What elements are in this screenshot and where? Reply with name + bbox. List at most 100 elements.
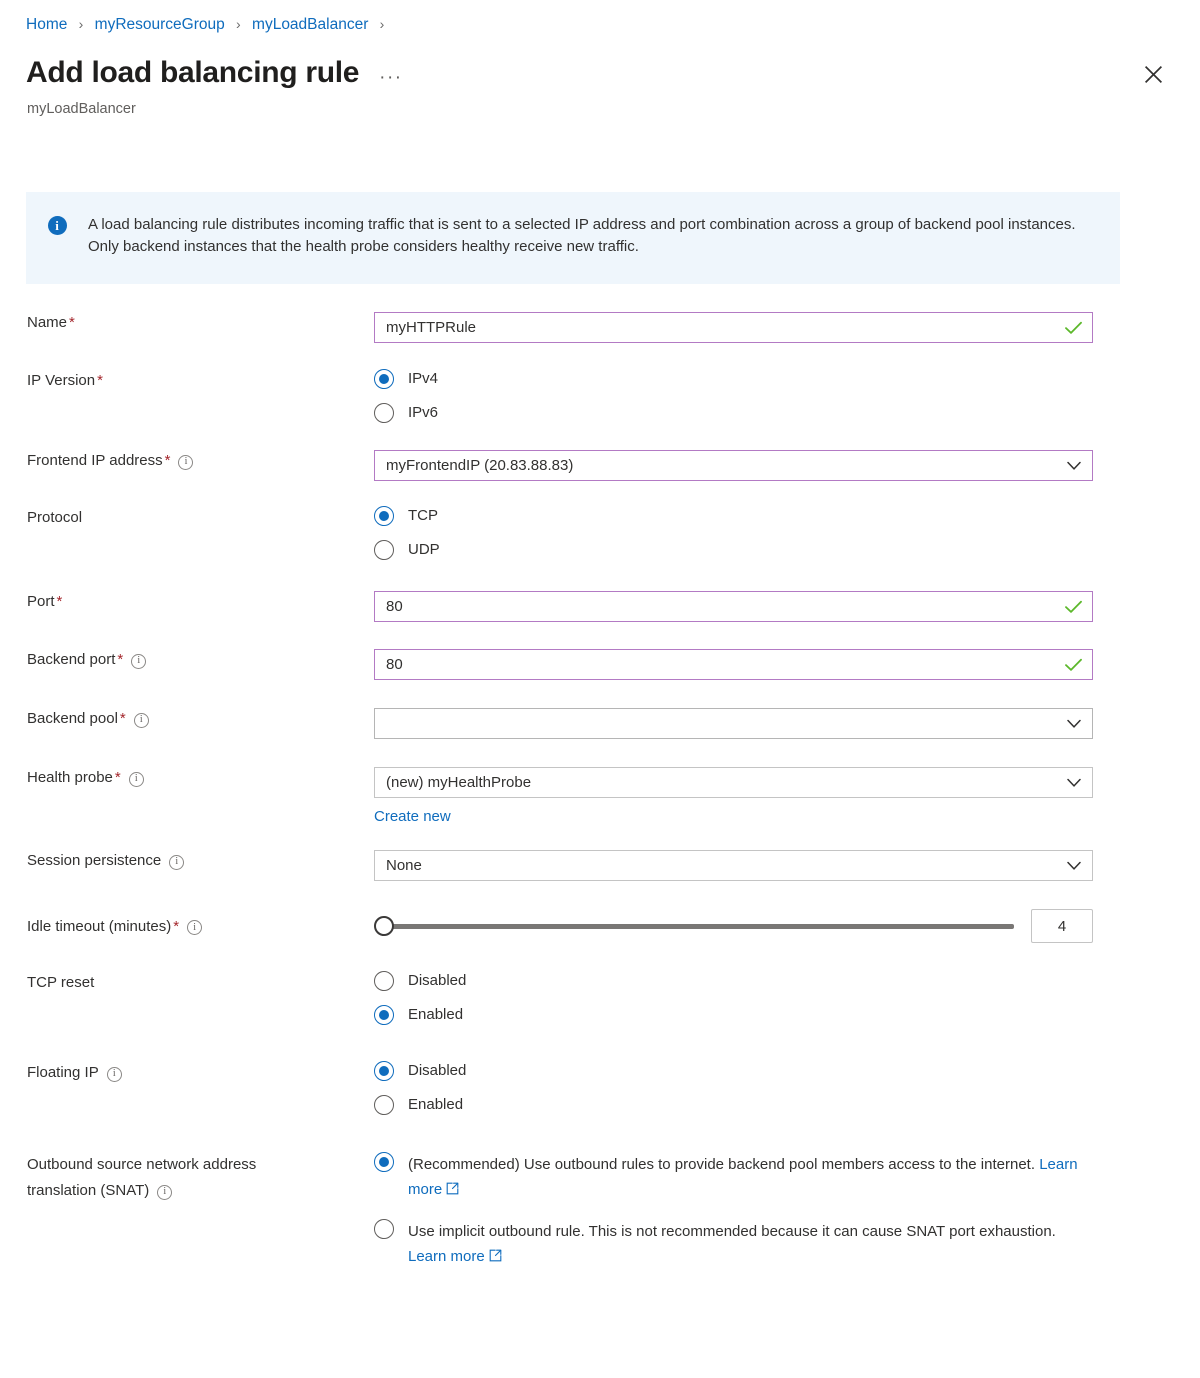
chevron-down-icon bbox=[1067, 861, 1081, 870]
label-name: Name * bbox=[0, 312, 374, 333]
idle-timeout-value: 4 bbox=[1057, 917, 1067, 935]
breadcrumb-separator-icon: › bbox=[78, 16, 84, 32]
radio-snat-implicit-rule[interactable]: Use implicit outbound rule. This is not … bbox=[374, 1219, 1200, 1269]
label-protocol: Protocol bbox=[0, 506, 374, 528]
info-icon[interactable]: i bbox=[178, 454, 194, 470]
field-row-backend-port: Backend port * i 80 bbox=[0, 649, 1200, 680]
snat-implicit-learn-more-link[interactable]: Learn more bbox=[408, 1248, 485, 1265]
name-input[interactable]: myHTTPRule bbox=[374, 312, 1093, 343]
breadcrumb-item-home[interactable]: Home bbox=[26, 16, 67, 33]
radio-tcp-reset-disabled[interactable]: Disabled bbox=[374, 971, 1200, 991]
info-icon[interactable]: i bbox=[187, 920, 203, 935]
field-row-session-persistence: Session persistence i None bbox=[0, 850, 1200, 881]
field-row-snat: Outbound source network address translat… bbox=[0, 1152, 1200, 1269]
field-row-tcp-reset: TCP reset Disabled Enabled bbox=[0, 971, 1200, 1025]
frontend-ip-dropdown[interactable]: myFrontendIP (20.83.88.83) bbox=[374, 450, 1093, 481]
label-tcp-reset-text: TCP reset bbox=[27, 974, 95, 991]
info-icon[interactable]: i bbox=[157, 1184, 173, 1200]
tcp-reset-radio-group: Disabled Enabled bbox=[374, 971, 1200, 1025]
info-icon: i bbox=[47, 216, 67, 235]
info-icon[interactable]: i bbox=[169, 854, 185, 870]
radio-mark-icon bbox=[374, 1005, 394, 1025]
label-backend-port-text: Backend port bbox=[27, 651, 116, 668]
label-protocol-text: Protocol bbox=[27, 509, 83, 526]
info-icon[interactable]: i bbox=[128, 771, 144, 787]
health-probe-value: (new) myHealthProbe bbox=[386, 774, 532, 791]
session-persistence-dropdown[interactable]: None bbox=[374, 850, 1093, 881]
chevron-down-icon bbox=[1067, 461, 1081, 470]
frontend-ip-value: myFrontendIP (20.83.88.83) bbox=[386, 457, 574, 474]
radio-ipv6[interactable]: IPv6 bbox=[374, 403, 1200, 423]
backend-port-input-value: 80 bbox=[386, 656, 403, 673]
radio-mark-icon bbox=[374, 1219, 394, 1239]
idle-timeout-value-input[interactable]: 4 bbox=[1031, 909, 1093, 943]
breadcrumb-item-load-balancer[interactable]: myLoadBalancer bbox=[252, 16, 368, 33]
field-row-frontend-ip: Frontend IP address * i myFrontendIP (20.8… bbox=[0, 450, 1200, 481]
close-button[interactable] bbox=[1139, 60, 1167, 88]
radio-floating-ip-disabled[interactable]: Disabled bbox=[374, 1061, 1200, 1081]
field-row-health-probe: Health probe * i (new) myHealthProbe Creat… bbox=[0, 767, 1200, 826]
radio-snat-implicit-rule-label: Use implicit outbound rule. This is not … bbox=[408, 1223, 1056, 1240]
info-icon[interactable]: i bbox=[106, 1066, 122, 1082]
radio-mark-icon bbox=[374, 506, 394, 526]
label-idle-timeout-text: Idle timeout (minutes) bbox=[27, 917, 172, 935]
idle-timeout-control: 4 bbox=[374, 909, 1093, 943]
radio-tcp-label: TCP bbox=[408, 507, 438, 524]
radio-udp[interactable]: UDP bbox=[374, 540, 1200, 560]
radio-floating-ip-enabled[interactable]: Enabled bbox=[374, 1095, 1200, 1115]
name-input-value: myHTTPRule bbox=[386, 319, 477, 336]
radio-ipv4[interactable]: IPv4 bbox=[374, 369, 1200, 389]
required-asterisk: * bbox=[69, 314, 75, 331]
required-asterisk: * bbox=[119, 710, 126, 727]
info-banner: i A load balancing rule distributes inco… bbox=[26, 192, 1120, 284]
radio-mark-icon bbox=[374, 403, 394, 423]
close-icon bbox=[1144, 65, 1162, 83]
snat-radio-group: (Recommended) Use outbound rules to prov… bbox=[374, 1152, 1200, 1269]
label-snat-line2: translation (SNAT) bbox=[27, 1182, 150, 1199]
label-tcp-reset: TCP reset bbox=[0, 971, 374, 993]
radio-snat-outbound-rules-label: (Recommended) Use outbound rules to prov… bbox=[408, 1156, 1036, 1173]
port-input[interactable]: 80 bbox=[374, 591, 1093, 622]
floating-ip-radio-group: Disabled Enabled bbox=[374, 1061, 1200, 1115]
page-subtitle: myLoadBalancer bbox=[27, 101, 136, 117]
required-asterisk: * bbox=[164, 452, 171, 469]
info-icon[interactable]: i bbox=[131, 653, 147, 669]
label-ip-version: IP Version * bbox=[0, 369, 374, 391]
radio-snat-outbound-rules[interactable]: (Recommended) Use outbound rules to prov… bbox=[374, 1152, 1200, 1202]
field-row-port: Port * 80 bbox=[0, 591, 1200, 622]
label-port-text: Port bbox=[27, 593, 55, 610]
radio-mark-icon bbox=[374, 971, 394, 991]
idle-timeout-slider[interactable] bbox=[374, 915, 1014, 937]
more-options-button[interactable]: ··· bbox=[379, 68, 402, 87]
radio-tcp-reset-enabled[interactable]: Enabled bbox=[374, 1005, 1200, 1025]
field-row-backend-pool: Backend pool * i bbox=[0, 708, 1200, 739]
label-floating-ip: Floating IP i bbox=[0, 1061, 374, 1083]
label-snat: Outbound source network address translat… bbox=[0, 1152, 374, 1204]
create-new-health-probe-link[interactable]: Create new bbox=[374, 808, 451, 825]
radio-floating-ip-disabled-label: Disabled bbox=[408, 1062, 467, 1079]
backend-pool-dropdown[interactable] bbox=[374, 708, 1093, 739]
required-asterisk: * bbox=[117, 651, 124, 668]
breadcrumb-item-resource-group[interactable]: myResourceGroup bbox=[95, 16, 225, 33]
radio-tcp-reset-disabled-label: Disabled bbox=[408, 972, 467, 989]
slider-thumb[interactable] bbox=[374, 916, 394, 936]
backend-port-input[interactable]: 80 bbox=[374, 649, 1093, 680]
valid-check-icon bbox=[1065, 321, 1082, 334]
label-session-persistence-text: Session persistence bbox=[27, 852, 162, 869]
label-ip-version-text: IP Version bbox=[27, 372, 96, 389]
required-asterisk: * bbox=[56, 593, 63, 610]
radio-tcp-reset-enabled-label: Enabled bbox=[408, 1006, 464, 1023]
label-port: Port * bbox=[0, 591, 374, 612]
info-banner-text: A load balancing rule distributes incomi… bbox=[88, 216, 1076, 255]
required-asterisk: * bbox=[173, 917, 180, 935]
radio-tcp[interactable]: TCP bbox=[374, 506, 1200, 526]
health-probe-dropdown[interactable]: (new) myHealthProbe bbox=[374, 767, 1093, 798]
required-asterisk: * bbox=[114, 769, 121, 786]
label-idle-timeout: Idle timeout (minutes) * i bbox=[0, 916, 374, 937]
required-asterisk: * bbox=[97, 372, 103, 389]
label-session-persistence: Session persistence i bbox=[0, 850, 374, 871]
port-input-value: 80 bbox=[386, 598, 403, 615]
info-icon[interactable]: i bbox=[133, 712, 149, 728]
label-frontend-ip: Frontend IP address * i bbox=[0, 450, 374, 471]
radio-floating-ip-enabled-label: Enabled bbox=[408, 1096, 464, 1113]
